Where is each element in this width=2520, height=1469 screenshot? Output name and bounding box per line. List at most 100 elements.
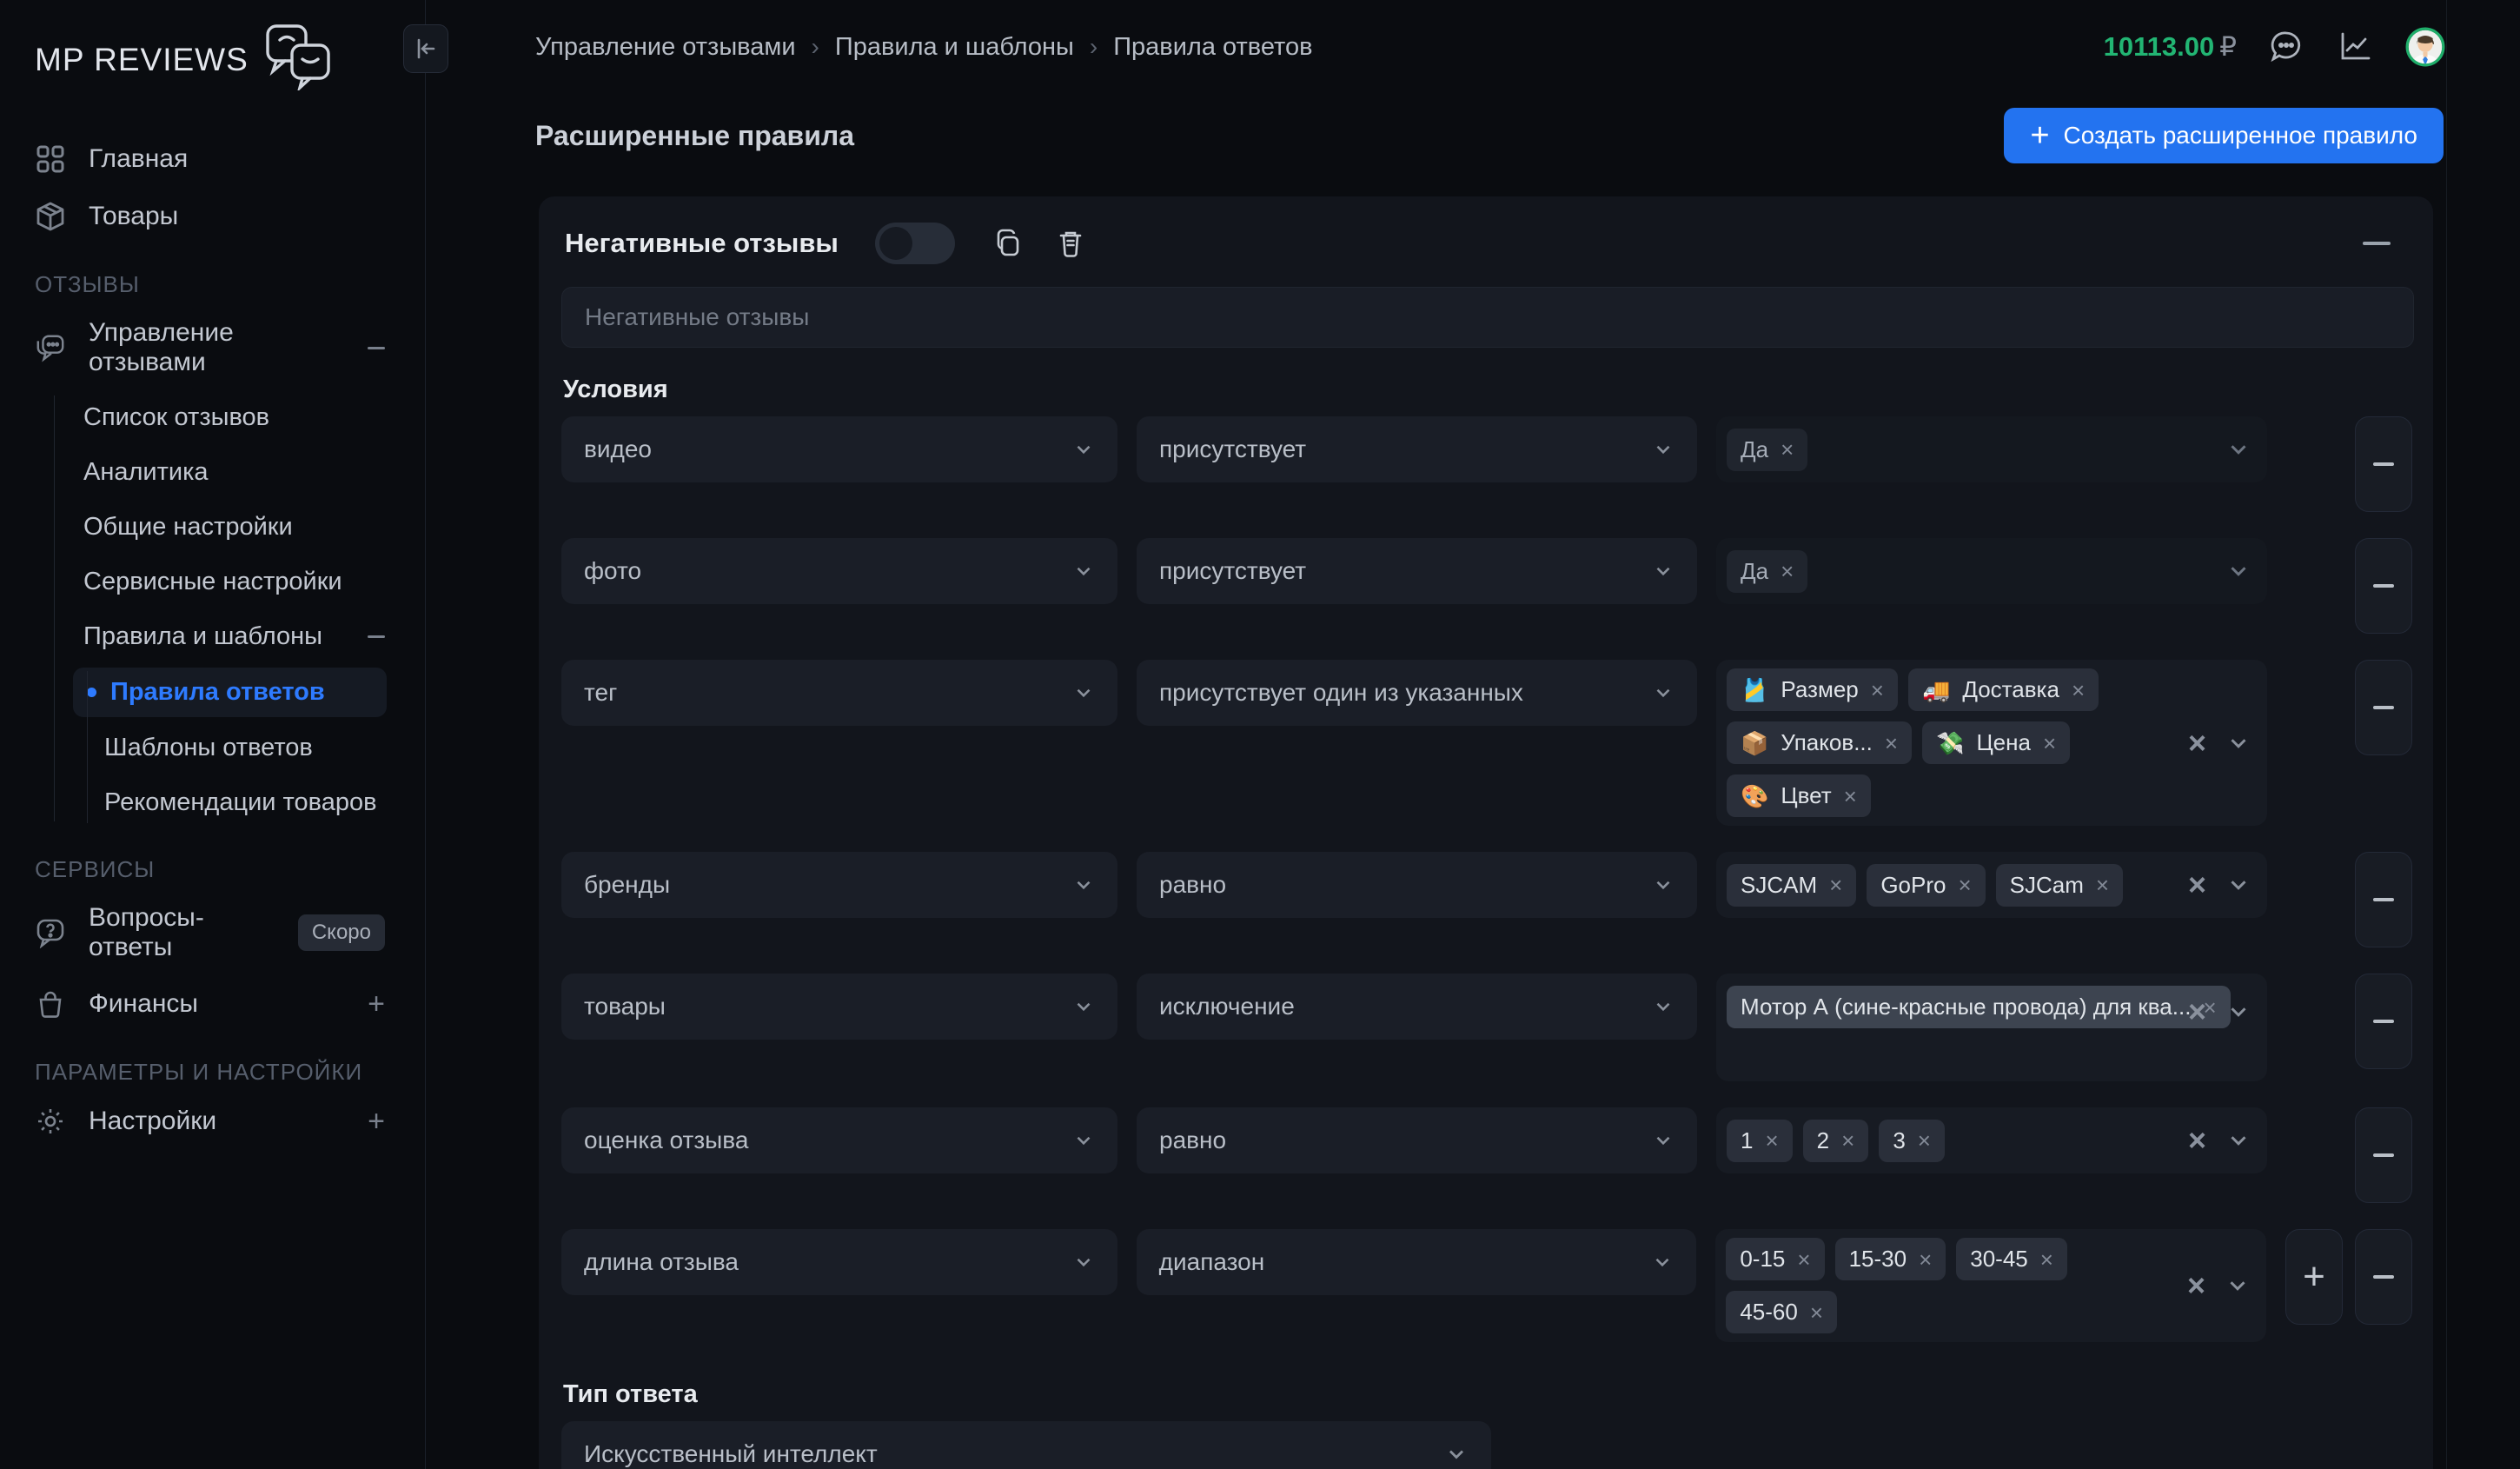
sidebar-item-finance[interactable]: Финансы + [0, 975, 425, 1033]
chip-remove-icon[interactable]: × [1918, 1129, 1931, 1152]
sidebar-item-service-settings[interactable]: Сервисные настройки [0, 555, 425, 609]
sidebar-item-product-recommendations[interactable]: Рекомендации товаров [0, 775, 425, 830]
chip-remove-icon[interactable]: × [2096, 874, 2109, 896]
chip-remove-icon[interactable]: × [1871, 679, 1884, 701]
condition-operator-select[interactable]: исключение [1137, 974, 1697, 1040]
delete-rule-button[interactable] [1051, 223, 1091, 263]
chevron-down-icon[interactable] [2225, 999, 2251, 1025]
clear-all-icon[interactable]: × [2188, 869, 2206, 901]
copy-rule-button[interactable] [988, 223, 1028, 263]
remove-condition-button[interactable] [2355, 538, 2412, 634]
main-area: Управление отзывами › Правила и шаблоны … [427, 0, 2520, 1469]
condition-field-select[interactable]: тег [561, 660, 1117, 726]
select-value: Искусственный интеллект [584, 1440, 878, 1468]
select-value: длина отзыва [584, 1248, 739, 1276]
sidebar-item-review-management[interactable]: Управление отзывами [0, 305, 425, 390]
chat-icon[interactable] [2266, 27, 2306, 67]
sidebar-section-services: СЕРВИСЫ [0, 830, 425, 890]
sidebar-item-products[interactable]: Товары [0, 188, 425, 245]
create-rule-button[interactable]: + Создать расширенное правило [2004, 108, 2444, 163]
condition-operator-select[interactable]: диапазон [1137, 1229, 1697, 1295]
chip-remove-icon[interactable]: × [1810, 1301, 1823, 1324]
condition-value-multiselect[interactable]: Мотор А (сине-красные провода) для ква..… [1716, 974, 2267, 1081]
condition-operator-select[interactable]: равно [1137, 1107, 1697, 1173]
clear-all-icon[interactable]: × [2188, 728, 2206, 759]
chevron-down-icon[interactable] [2225, 872, 2251, 898]
sidebar-item-qa[interactable]: Вопросы-ответы Скоро [0, 890, 425, 975]
breadcrumb-item[interactable]: Управление отзывами [535, 33, 796, 62]
clear-all-icon[interactable]: × [2187, 1270, 2205, 1301]
clear-all-icon[interactable]: × [2188, 996, 2206, 1027]
chip-remove-icon[interactable]: × [1919, 1248, 1932, 1271]
sidebar: MP REVIEWS [0, 0, 426, 1469]
avatar[interactable] [2405, 27, 2445, 67]
chip-remove-icon[interactable]: × [1781, 438, 1794, 461]
sidebar-item-analytics[interactable]: Аналитика [0, 445, 425, 500]
condition-field-select[interactable]: товары [561, 974, 1117, 1040]
sidebar-item-answer-rules[interactable]: Правила ответов [73, 668, 387, 717]
condition-field-select[interactable]: длина отзыва [561, 1229, 1117, 1295]
condition-operator-select[interactable]: присутствует один из указанных [1137, 660, 1697, 726]
sidebar-item-general-settings[interactable]: Общие настройки [0, 500, 425, 555]
chip-remove-icon[interactable]: × [1958, 874, 1971, 896]
chip-remove-icon[interactable]: × [1885, 732, 1898, 754]
chip-remove-icon[interactable]: × [1844, 785, 1857, 808]
sidebar-item-label: Рекомендации товаров [104, 788, 377, 817]
chip-remove-icon[interactable]: × [2043, 732, 2056, 754]
condition-value-multiselect[interactable]: SJCAM× GoPro× SJCam× × [1716, 852, 2267, 918]
condition-operator-select[interactable]: равно [1137, 852, 1697, 918]
condition-value-multiselect[interactable]: Да× [1716, 538, 2267, 604]
condition-field-select[interactable]: видео [561, 416, 1117, 482]
remove-condition-button[interactable] [2355, 974, 2412, 1069]
chevron-down-icon[interactable] [2225, 436, 2251, 462]
chip-remove-icon[interactable]: × [1781, 560, 1794, 582]
chip-remove-icon[interactable]: × [1797, 1248, 1810, 1271]
chip-remove-icon[interactable]: × [2040, 1248, 2053, 1271]
condition-value-multiselect[interactable]: Да× [1716, 416, 2267, 482]
condition-field-select[interactable]: оценка отзыва [561, 1107, 1117, 1173]
clear-all-icon[interactable]: × [2188, 1125, 2206, 1156]
remove-condition-button[interactable] [2355, 660, 2412, 755]
chevron-down-icon [1652, 438, 1674, 461]
condition-value-multiselect[interactable]: 🎽Размер× 🚚Доставка× 📦Упаков...× 💸Цена× 🎨… [1716, 660, 2267, 826]
condition-value-multiselect[interactable]: 1× 2× 3× × [1716, 1107, 2267, 1173]
sidebar-item-rules-templates[interactable]: Правила и шаблоны [0, 609, 425, 664]
grid-icon [35, 143, 66, 175]
condition-field-select[interactable]: фото [561, 538, 1117, 604]
collapse-card-button[interactable] [2357, 223, 2397, 263]
chip-remove-icon[interactable]: × [1841, 1129, 1854, 1152]
stats-chart-icon[interactable] [2336, 27, 2376, 67]
chip-remove-icon[interactable]: × [2072, 679, 2085, 701]
chip-remove-icon[interactable]: × [1829, 874, 1842, 896]
rule-name-input[interactable] [561, 287, 2414, 348]
remove-condition-button[interactable] [2355, 416, 2412, 512]
add-condition-button[interactable]: + [2285, 1229, 2343, 1325]
answer-type-select[interactable]: Искусственный интеллект [561, 1421, 1491, 1469]
condition-operator-select[interactable]: присутствует [1137, 538, 1697, 604]
breadcrumb-item[interactable]: Правила и шаблоны [835, 33, 1074, 62]
sidebar-item-review-list[interactable]: Список отзывов [0, 390, 425, 445]
chevron-down-icon[interactable] [2225, 1127, 2251, 1153]
value-chip: 30-45× [1956, 1238, 2067, 1280]
sidebar-collapse-button[interactable] [403, 24, 448, 73]
collapse-group-icon[interactable] [368, 635, 385, 638]
chevron-down-icon[interactable] [2225, 730, 2251, 756]
expand-group-icon[interactable]: + [368, 1113, 385, 1130]
collapse-group-icon[interactable] [368, 347, 385, 349]
sidebar-item-home[interactable]: Главная [0, 130, 425, 188]
expand-group-icon[interactable]: + [368, 995, 385, 1013]
chevron-down-icon[interactable] [2225, 558, 2251, 584]
condition-value-multiselect[interactable]: 0-15× 15-30× 30-45× 45-60× × [1715, 1229, 2266, 1342]
remove-condition-button[interactable] [2355, 1229, 2412, 1325]
chevron-down-icon[interactable] [2225, 1273, 2251, 1299]
sidebar-item-answer-templates[interactable]: Шаблоны ответов [0, 721, 425, 775]
condition-operator-select[interactable]: присутствует [1137, 416, 1697, 482]
chip-remove-icon[interactable]: × [1765, 1129, 1778, 1152]
condition-field-select[interactable]: бренды [561, 852, 1117, 918]
breadcrumb-item[interactable]: Правила ответов [1113, 33, 1312, 62]
rule-enabled-toggle[interactable] [875, 223, 955, 264]
remove-condition-button[interactable] [2355, 1107, 2412, 1203]
remove-condition-button[interactable] [2355, 852, 2412, 947]
tag-emoji: 🎽 [1741, 679, 1768, 701]
sidebar-item-settings[interactable]: Настройки + [0, 1093, 425, 1150]
